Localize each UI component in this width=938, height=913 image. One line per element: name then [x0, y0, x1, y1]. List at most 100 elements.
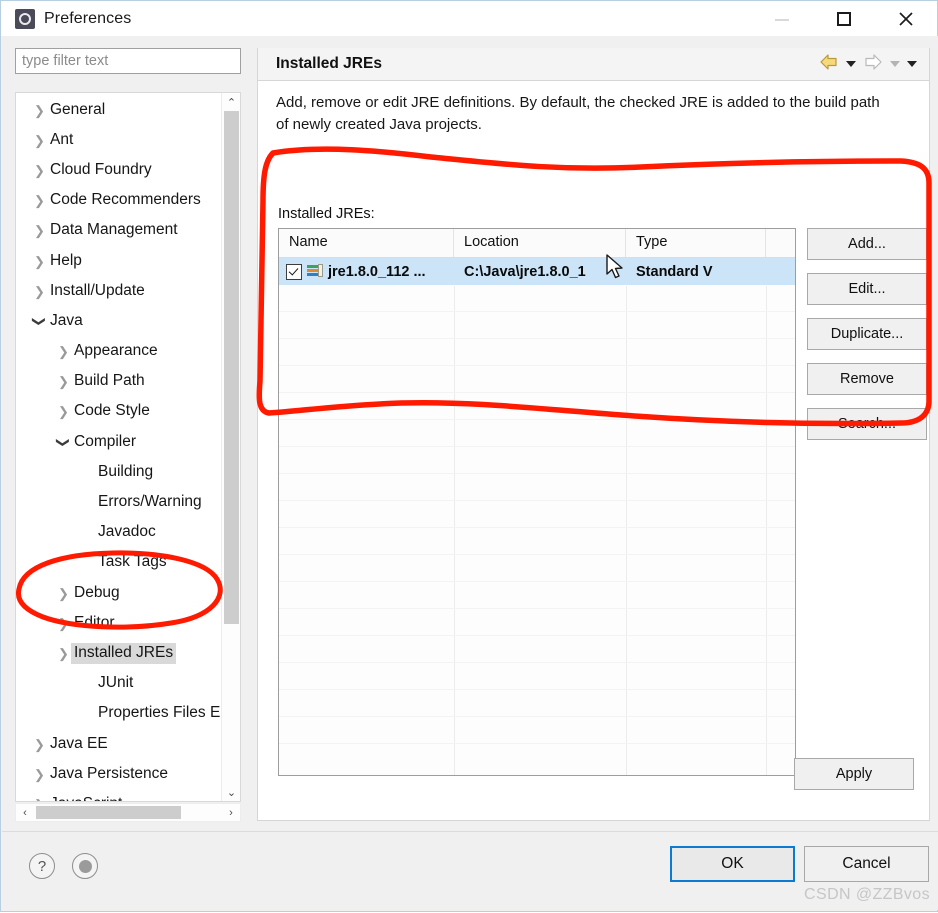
sidebar-item-javascript[interactable]: ❯JavaScript — [16, 789, 222, 801]
sidebar-item-label: Debug — [74, 583, 120, 601]
preferences-window: Preferences ❯General❯Ant❯Cloud Foundry❯C… — [0, 0, 938, 912]
apply-button[interactable]: Apply — [794, 758, 914, 790]
sidebar-item-label: Java EE — [50, 734, 108, 752]
sidebar-item-label: Ant — [50, 130, 74, 148]
sidebar-item-help[interactable]: ❯ Help — [16, 246, 222, 276]
sidebar-item-debug[interactable]: ❯ Debug — [16, 578, 222, 608]
scroll-down-icon[interactable]: ⌄ — [222, 783, 240, 801]
help-icon[interactable]: ? — [29, 853, 55, 879]
page-description: Add, remove or edit JRE definitions. By … — [276, 94, 880, 133]
sidebar-item-data-management[interactable]: ❯ Data Management — [16, 216, 222, 246]
sidebar-item-errors-warning[interactable]: Errors/Warning — [16, 487, 222, 517]
sidebar-item-building[interactable]: Building — [16, 457, 222, 487]
table-row[interactable]: jre1.8.0_112 ... C:\Java\jre1.8.0_1 Stan… — [279, 258, 795, 285]
forward-dropdown-icon — [890, 61, 900, 67]
sidebar-item-compiler[interactable]: ❯ Compiler — [16, 427, 222, 457]
chevron-right-icon[interactable]: ❯ — [32, 194, 47, 207]
add-button[interactable]: Add... — [807, 228, 927, 260]
chevron-right-icon[interactable]: ❯ — [32, 224, 47, 237]
installed-jres-table[interactable]: Name Location Type jre1.8.0_112 ... C:\J… — [278, 228, 796, 776]
jre-action-buttons: Add... Edit... Duplicate... Remove Search... — [807, 228, 927, 453]
page-title: Installed JREs — [276, 55, 382, 72]
scrollbar-thumb[interactable] — [224, 111, 239, 624]
chevron-down-icon[interactable]: ❯ — [56, 435, 71, 450]
chevron-right-icon[interactable]: ❯ — [32, 104, 47, 117]
chevron-right-icon[interactable]: ❯ — [32, 285, 47, 298]
chevron-right-icon[interactable]: ❯ — [32, 738, 47, 751]
chevron-down-icon[interactable]: ❯ — [32, 314, 47, 329]
sidebar-item-java-ee[interactable]: ❯ Java EE — [16, 729, 222, 759]
record-icon[interactable] — [72, 853, 98, 879]
row-checkbox[interactable] — [286, 263, 302, 280]
scroll-left-icon[interactable]: ‹ — [16, 804, 34, 821]
sidebar-item-cloud-foundry[interactable]: ❯ Cloud Foundry — [16, 155, 222, 185]
chevron-right-icon[interactable]: ❯ — [32, 255, 47, 268]
cell-location: C:\Java\jre1.8.0_1 — [464, 263, 586, 280]
sidebar-item-java-persistence[interactable]: ❯ Java Persistence — [16, 759, 222, 789]
chevron-right-icon[interactable]: ❯ — [32, 798, 47, 801]
chevron-right-icon[interactable]: ❯ — [32, 134, 47, 147]
sidebar-item-general[interactable]: ❯ General — [16, 95, 222, 125]
sidebar-item-java[interactable]: ❯ Java — [16, 306, 222, 336]
sidebar-item-label: JUnit — [98, 674, 134, 692]
chevron-right-icon[interactable]: ❯ — [56, 647, 71, 660]
chevron-right-icon[interactable]: ❯ — [56, 375, 71, 388]
sidebar-item-code-style[interactable]: ❯ Code Style — [16, 397, 222, 427]
sidebar-item-label: Help — [50, 251, 82, 269]
sidebar-item-code-recommenders[interactable]: ❯ Code Recommenders — [16, 186, 222, 216]
maximize-button[interactable] — [813, 1, 875, 36]
pane-menu-icon[interactable] — [907, 61, 917, 67]
chevron-right-icon[interactable]: ❯ — [56, 405, 71, 418]
column-header-location[interactable]: Location — [454, 229, 626, 257]
back-arrow-icon[interactable] — [819, 53, 839, 76]
sidebar-item-javadoc[interactable]: Javadoc — [16, 518, 222, 548]
preferences-tree[interactable]: ❯ General ❯ Ant ❯ Cloud Foundry ❯ Code Recommen… — [15, 92, 241, 802]
cell-type: Standard V — [636, 263, 713, 280]
scroll-right-icon[interactable]: › — [222, 804, 240, 821]
cell-name[interactable]: jre1.8.0_112 ... — [279, 258, 454, 285]
sidebar-item-appearance[interactable]: ❯ Appearance — [16, 337, 222, 367]
column-header-name[interactable]: Name — [279, 229, 454, 257]
sidebar-item-editor[interactable]: ❯ Editor — [16, 608, 222, 638]
scroll-up-icon[interactable]: ⌃ — [222, 93, 240, 111]
cancel-button[interactable]: Cancel — [804, 846, 929, 882]
sidebar-item-junit[interactable]: JUnit — [16, 669, 222, 699]
tree-vertical-scrollbar[interactable]: ⌃ ⌄ — [221, 93, 240, 801]
hscrollbar-thumb[interactable] — [36, 806, 181, 819]
sidebar-item-build-path[interactable]: ❯ Build Path — [16, 367, 222, 397]
sidebar-item-ant[interactable]: ❯ Ant — [16, 125, 222, 155]
cell-name-text: jre1.8.0_112 ... — [328, 263, 426, 280]
chevron-right-icon[interactable]: ❯ — [32, 768, 47, 781]
ok-button[interactable]: OK — [670, 846, 795, 882]
search-input[interactable] — [15, 48, 241, 74]
chevron-right-icon[interactable]: ❯ — [56, 345, 71, 358]
search-button[interactable]: Search... — [807, 408, 927, 440]
sidebar-item-properties-files-ed[interactable]: Properties Files Ed — [16, 699, 229, 729]
window-title: Preferences — [44, 9, 132, 27]
edit-button[interactable]: Edit... — [807, 273, 927, 305]
duplicate-button[interactable]: Duplicate... — [807, 318, 927, 350]
column-header-extra — [766, 229, 795, 257]
minimize-button[interactable] — [751, 1, 813, 36]
sidebar-item-label: Code Style — [74, 402, 150, 420]
jre-books-icon — [307, 264, 323, 278]
preferences-tree-pane: ❯General❯Ant❯Cloud Foundry❯Code Recommen… — [11, 48, 241, 822]
sidebar-item-task-tags[interactable]: Task Tags — [16, 548, 222, 578]
cog-icon — [15, 8, 35, 29]
sidebar-item-label: Build Path — [74, 372, 145, 390]
close-button[interactable] — [875, 1, 937, 36]
sidebar-item-label: Building — [98, 462, 154, 480]
back-dropdown-icon[interactable] — [846, 61, 856, 67]
chevron-right-icon[interactable]: ❯ — [56, 617, 71, 630]
chevron-right-icon[interactable]: ❯ — [56, 587, 71, 600]
column-header-type[interactable]: Type — [626, 229, 766, 257]
remove-button[interactable]: Remove — [807, 363, 927, 395]
sidebar-item-label: Javadoc — [98, 523, 156, 541]
tree-horizontal-scrollbar[interactable]: ‹ › — [15, 803, 241, 822]
table-empty-grid — [279, 286, 795, 775]
sidebar-item-installed-jres[interactable]: ❯ Installed JREs — [16, 638, 222, 668]
sidebar-item-install-update[interactable]: ❯ Install/Update — [16, 276, 222, 306]
tree-item-list: ❯ General ❯ Ant ❯ Cloud Foundry ❯ Code Recommen… — [16, 93, 229, 801]
title-bar: Preferences — [1, 1, 937, 36]
chevron-right-icon[interactable]: ❯ — [32, 164, 47, 177]
